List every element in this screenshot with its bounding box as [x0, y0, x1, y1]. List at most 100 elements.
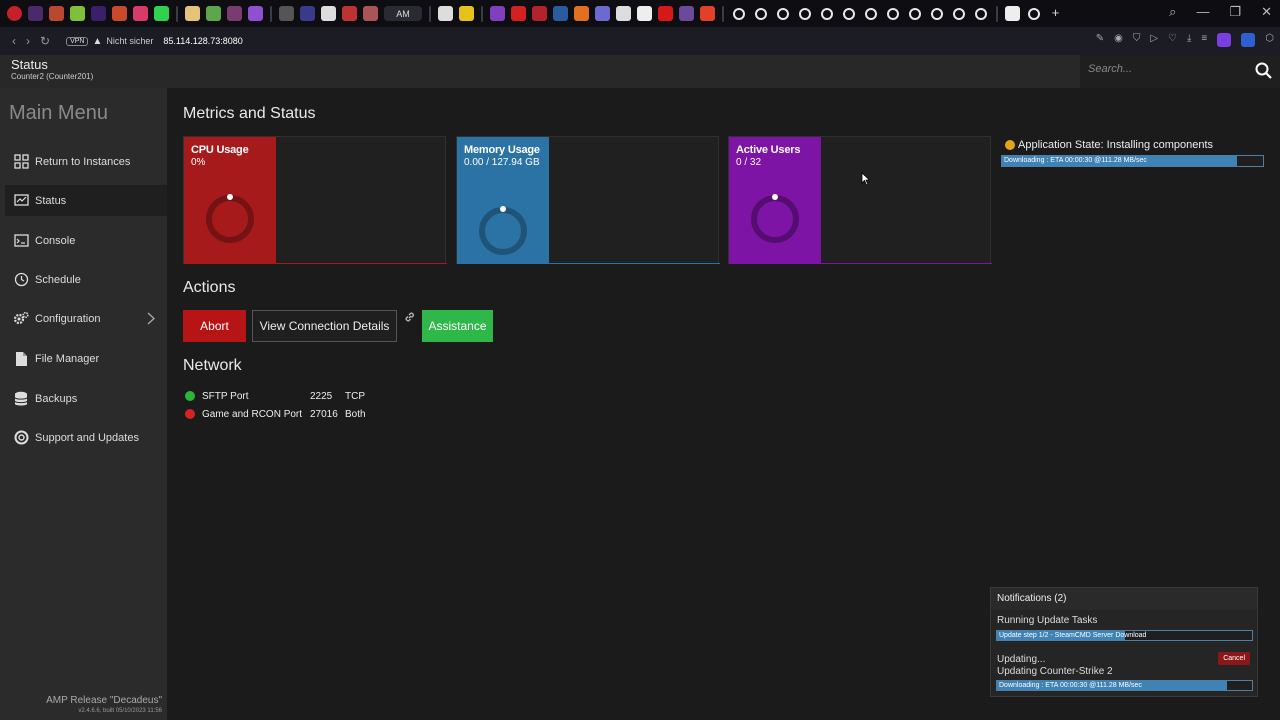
sidebar-item-label: Return to Instances — [35, 155, 131, 168]
app-header: Status Counter2 (Counter201) — [0, 55, 1280, 88]
browser-tab[interactable] — [511, 6, 526, 21]
active-users-gauge — [751, 194, 799, 243]
browser-tab[interactable] — [909, 7, 921, 20]
sidebar-item-status[interactable]: Status — [5, 185, 167, 216]
browser-tab[interactable] — [843, 7, 855, 20]
sidebar-item-label: Status — [35, 194, 67, 207]
url-text[interactable]: 85.114.128.73:8080 — [163, 36, 242, 46]
tab-separator — [270, 5, 272, 22]
browser-tab[interactable] — [574, 6, 589, 21]
port-number: 27016 — [310, 408, 338, 420]
view-connection-details-button[interactable]: View Connection Details — [252, 310, 397, 342]
browser-tab[interactable] — [679, 6, 694, 21]
browser-tab[interactable] — [112, 6, 127, 21]
browser-tab[interactable] — [733, 7, 745, 20]
sidebar-item-return-to-instances[interactable]: Return to Instances — [5, 146, 167, 177]
memory-usage-gauge — [479, 206, 527, 255]
edit-icon[interactable]: ✎ — [1096, 33, 1104, 47]
translate-icon[interactable] — [1241, 33, 1256, 47]
browser-tab[interactable] — [70, 6, 85, 21]
browser-tab[interactable] — [777, 7, 789, 20]
browser-tab[interactable] — [637, 6, 652, 21]
browser-tab[interactable] — [206, 6, 221, 21]
back-icon[interactable]: ‹ — [12, 34, 16, 48]
cancel-update-button[interactable]: Cancel — [1218, 652, 1250, 665]
reload-icon[interactable]: ↻ — [40, 34, 50, 48]
notifications-panel: Notifications (2) Running Update Tasks U… — [990, 587, 1258, 697]
warning-icon[interactable]: ▲ — [92, 36, 102, 47]
shield-icon[interactable]: ⛉ — [1133, 33, 1141, 47]
restore-icon[interactable]: ❐ — [1229, 4, 1241, 20]
search-icon[interactable] — [1255, 62, 1272, 84]
minimize-icon[interactable]: — — [1196, 4, 1209, 20]
active-users-card: Active Users 0 / 32 — [728, 136, 992, 264]
release-name: AMP Release "Decadeus" — [46, 695, 162, 706]
gears-icon — [13, 311, 29, 327]
browser-tab[interactable] — [1028, 7, 1040, 20]
sidebar-item-backups[interactable]: Backups — [5, 383, 167, 414]
browser-tab[interactable] — [248, 6, 263, 21]
browser-tab-active[interactable]: AM — [384, 6, 422, 21]
browser-tab[interactable] — [342, 6, 357, 21]
browser-tab[interactable] — [185, 6, 200, 21]
browser-tab-bar: AM + ⌕ — ❐ ✕ — [0, 0, 1280, 27]
search-tabs-icon[interactable]: ⌕ — [1169, 4, 1176, 20]
browser-tab[interactable] — [49, 6, 64, 21]
browser-tab[interactable] — [154, 6, 169, 21]
browser-tab[interactable] — [975, 7, 987, 20]
sidebar-item-configuration[interactable]: Configuration — [5, 303, 167, 334]
sidebar-item-file-manager[interactable]: File Manager — [5, 343, 167, 374]
browser-tab[interactable] — [133, 6, 148, 21]
page-title: Status — [11, 57, 48, 72]
security-status[interactable]: Nicht sicher — [106, 36, 153, 46]
browser-tab[interactable] — [321, 6, 336, 21]
browser-tab[interactable] — [532, 6, 547, 21]
browser-tab[interactable] — [553, 6, 568, 21]
new-tab-icon[interactable]: + — [1048, 6, 1063, 21]
link-icon[interactable] — [404, 310, 416, 328]
forward-icon[interactable]: › — [26, 34, 30, 48]
browser-tab[interactable] — [953, 7, 965, 20]
browser-tab[interactable] — [931, 7, 943, 20]
browser-tab[interactable] — [438, 6, 453, 21]
port-status-dot-icon — [185, 409, 195, 419]
browser-tab[interactable] — [490, 6, 505, 21]
assistance-button[interactable]: Assistance — [422, 310, 493, 342]
sidebar-item-support-and-updates[interactable]: Support and Updates — [5, 422, 167, 453]
close-icon[interactable]: ✕ — [1261, 4, 1272, 20]
browser-tab[interactable] — [821, 7, 833, 20]
extensions-icon[interactable]: ⬡ — [1265, 33, 1274, 47]
network-port-row: Game and RCON Port 27016 Both — [185, 406, 366, 422]
cpu-usage-label: CPU Usage — [191, 144, 249, 156]
browser-tab[interactable] — [279, 6, 294, 21]
browser-tab[interactable] — [300, 6, 315, 21]
sidebar-item-schedule[interactable]: Schedule — [5, 264, 167, 295]
browser-tab[interactable] — [595, 6, 610, 21]
vpn-badge[interactable]: VPN — [66, 36, 89, 46]
profile-icon[interactable] — [1217, 33, 1232, 47]
abort-button[interactable]: Abort — [183, 310, 246, 342]
search-input[interactable] — [1088, 63, 1248, 75]
browser-tab[interactable] — [363, 6, 378, 21]
play-icon[interactable]: ▷ — [1150, 33, 1158, 47]
browser-tab[interactable] — [459, 6, 474, 21]
download-icon[interactable]: ⤓ — [1187, 33, 1191, 47]
browser-tab[interactable] — [227, 6, 242, 21]
opera-logo-icon[interactable] — [7, 6, 22, 21]
camera-icon[interactable]: ◉ — [1114, 33, 1123, 47]
heart-icon[interactable]: ♡ — [1168, 33, 1177, 47]
browser-tab[interactable] — [1005, 6, 1020, 21]
browser-tab[interactable] — [616, 6, 631, 21]
browser-tab[interactable] — [887, 7, 899, 20]
browser-tab[interactable] — [865, 7, 877, 20]
browser-tab[interactable] — [799, 7, 811, 20]
sidebar-item-console[interactable]: Console — [5, 225, 167, 256]
browser-tab[interactable] — [755, 7, 767, 20]
browser-tab[interactable] — [700, 6, 715, 21]
browser-tab[interactable] — [91, 6, 106, 21]
notification-title: Updating Counter-Strike 2 — [997, 666, 1113, 677]
notifications-header[interactable]: Notifications (2) — [991, 588, 1257, 610]
menu-icon[interactable]: ≡ — [1201, 33, 1207, 47]
browser-tab[interactable] — [28, 6, 43, 21]
browser-tab[interactable] — [658, 6, 673, 21]
